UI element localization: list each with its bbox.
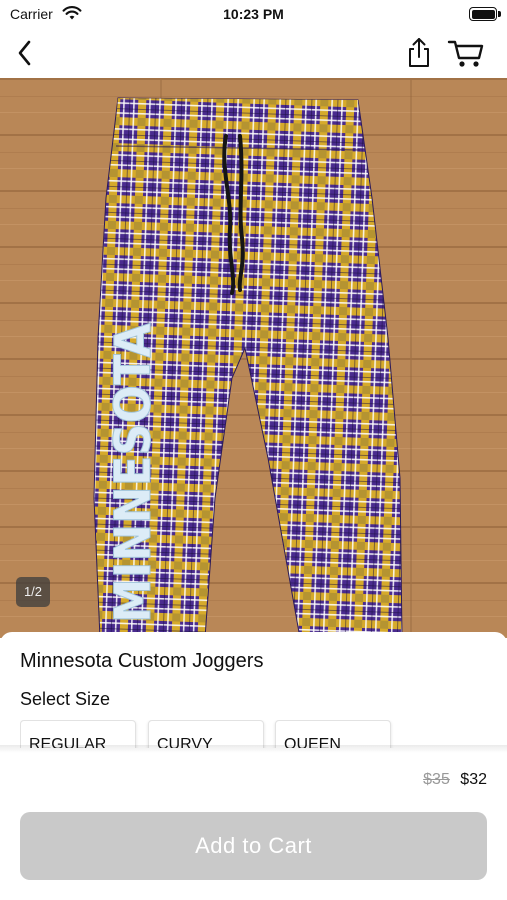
back-chevron-icon[interactable]	[12, 36, 40, 70]
size-options: REGULAR CURVY QUEEN	[20, 720, 507, 748]
status-bar: Carrier 10:23 PM	[0, 0, 507, 28]
battery-cap	[498, 11, 501, 17]
product-title: Minnesota Custom Joggers	[20, 650, 264, 672]
cart-icon[interactable]	[446, 36, 486, 70]
original-price: $35	[423, 771, 450, 788]
sale-price: $32	[460, 771, 487, 788]
scroll-divider	[0, 745, 507, 753]
product-image[interactable]: MINNESOTA	[0, 78, 507, 638]
size-option-curvy[interactable]: CURVY	[148, 720, 264, 748]
share-icon[interactable]	[404, 36, 434, 70]
size-option-regular[interactable]: REGULAR	[20, 720, 136, 748]
nav-bar	[0, 28, 507, 78]
image-counter-badge: 1/2	[16, 577, 50, 607]
add-to-cart-button[interactable]: Add to Cart	[20, 812, 487, 880]
price-row: $35 $32	[423, 771, 487, 789]
pants-print-text: MINNESOTA	[104, 323, 162, 623]
battery-icon	[469, 7, 497, 21]
status-time: 10:23 PM	[223, 6, 284, 22]
select-size-label: Select Size	[20, 689, 111, 709]
size-option-queen[interactable]: QUEEN	[275, 720, 391, 748]
